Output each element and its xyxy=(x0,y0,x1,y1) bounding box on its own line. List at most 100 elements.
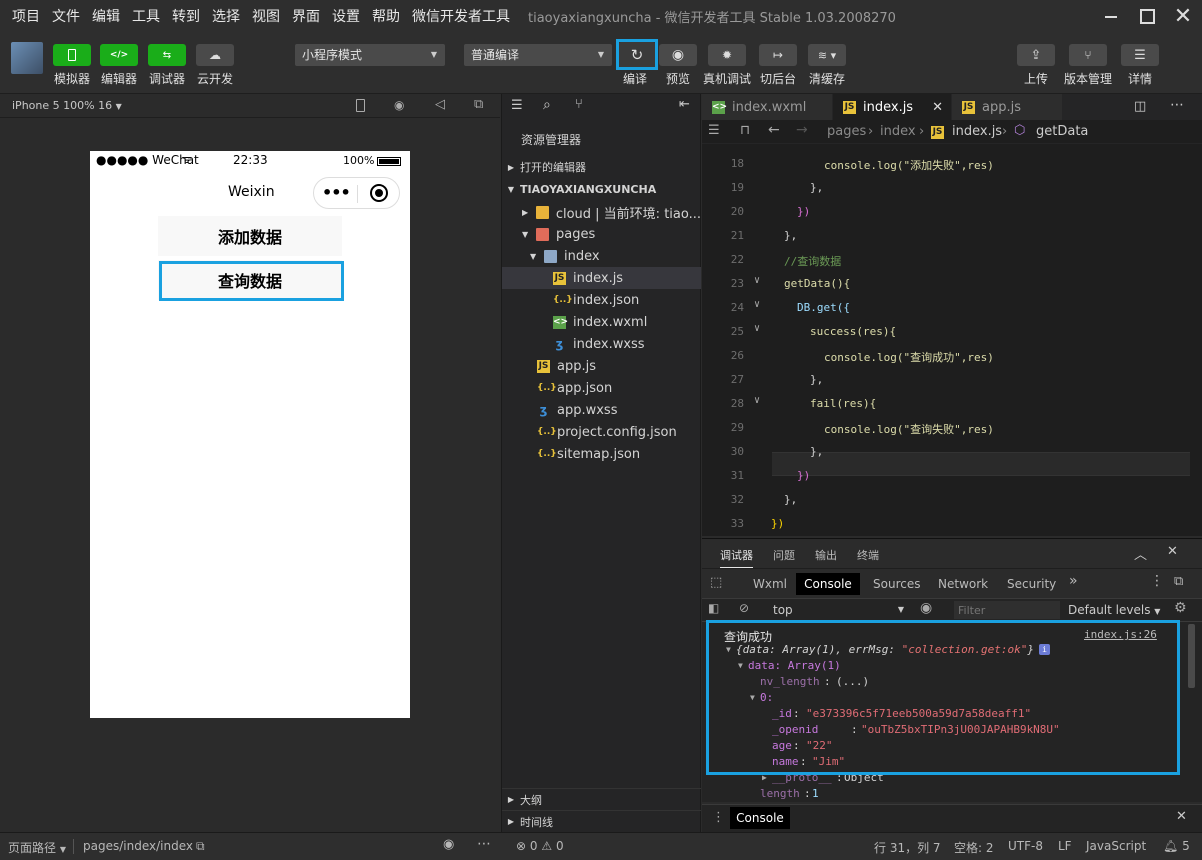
kebab-icon[interactable]: ⋮ xyxy=(1150,573,1164,589)
details-button[interactable]: ☰ xyxy=(1121,44,1159,66)
close-window-button[interactable]: ✕ xyxy=(1164,0,1202,32)
chevron-up-icon[interactable]: ︿ xyxy=(1134,544,1147,563)
tab-index-js[interactable]: JS index.js ✕ xyxy=(833,94,951,120)
record-icon[interactable]: ◉ xyxy=(394,98,404,112)
menu-interface[interactable]: 界面 xyxy=(280,6,320,26)
eye-icon[interactable]: ◉ xyxy=(920,600,932,616)
add-data-button[interactable]: 添加数据 xyxy=(158,216,342,256)
indent-spaces[interactable]: 空格: 2 xyxy=(954,839,994,856)
tree-item-app-wxss[interactable]: ʒ app.wxss xyxy=(502,399,701,421)
tree-item-app-js[interactable]: JS app.js xyxy=(502,355,701,377)
copy-icon[interactable]: ⧉ xyxy=(196,839,205,854)
menu-wechat-devtools[interactable]: 微信开发者工具 xyxy=(400,6,510,26)
close-icon[interactable]: ✕ xyxy=(1176,809,1187,824)
dock-icon[interactable]: ⧉ xyxy=(1174,574,1183,589)
sound-icon[interactable]: ◁ xyxy=(435,97,445,112)
search-icon[interactable]: ⌕ xyxy=(543,97,551,113)
code-editor[interactable]: 18 19 20 21 22 23 24 25 26 27 28 29 30 3… xyxy=(702,144,1202,536)
menu-file[interactable]: 文件 xyxy=(40,6,80,26)
debugger-button[interactable]: ⇆ xyxy=(148,44,186,66)
context-select[interactable]: top ▼ xyxy=(770,601,906,619)
tab-sources[interactable]: Sources xyxy=(873,577,920,591)
sidebar-toggle-icon[interactable]: ◧ xyxy=(708,601,719,615)
eye-icon[interactable]: ◉ xyxy=(443,837,454,852)
fold-chevron-icon[interactable]: ∨ xyxy=(754,299,760,310)
menu-help[interactable]: 帮助 xyxy=(360,6,400,26)
menu-edit[interactable]: 编辑 xyxy=(80,6,120,26)
bookmark-icon[interactable]: ⊓ xyxy=(740,123,750,138)
console-filter-input[interactable] xyxy=(954,601,1060,619)
crumb-file[interactable]: index.js xyxy=(952,124,1002,139)
real-debug-button[interactable]: ✹ xyxy=(708,44,746,66)
fold-chevron-icon[interactable]: ∨ xyxy=(754,275,760,286)
menu-tools[interactable]: 工具 xyxy=(120,6,160,26)
inspect-icon[interactable]: ⬚ xyxy=(710,575,722,590)
tree-item-index-folder[interactable]: ▼ index xyxy=(502,245,701,267)
tab-output[interactable]: 输出 xyxy=(815,547,837,563)
page-path-label[interactable]: 页面路径 ▼ xyxy=(8,839,66,856)
outline-section[interactable]: ▶ 大纲 xyxy=(502,788,701,810)
split-editor-icon[interactable]: ◫ xyxy=(1134,99,1146,114)
tab-terminal[interactable]: 终端 xyxy=(857,547,879,563)
close-mini-icon[interactable] xyxy=(370,184,388,202)
timeline-section[interactable]: ▶ 时间线 xyxy=(502,810,701,832)
cloud-button[interactable]: ☁ xyxy=(196,44,234,66)
menu-goto[interactable]: 转到 xyxy=(160,6,200,26)
device-select[interactable]: iPhone 5 100% 16 ▼ xyxy=(12,99,122,112)
version-button[interactable]: ⑂ xyxy=(1069,44,1107,66)
clear-console-icon[interactable]: ⊘ xyxy=(739,601,749,615)
more-icon[interactable]: ⋯ xyxy=(1170,97,1184,113)
mode-select[interactable]: 小程序模式 ▼ xyxy=(295,44,445,66)
tab-index-wxml[interactable]: <> index.wxml xyxy=(702,94,832,120)
maximize-button[interactable] xyxy=(1128,0,1166,32)
tab-problems[interactable]: 问题 xyxy=(773,547,795,563)
close-tab-icon[interactable]: ✕ xyxy=(932,100,943,115)
background-button[interactable]: ↦ xyxy=(759,44,797,66)
upload-button[interactable]: ⇪ xyxy=(1017,44,1055,66)
tab-console[interactable]: Console xyxy=(796,573,860,595)
tab-network[interactable]: Network xyxy=(938,577,988,591)
menu-view[interactable]: 视图 xyxy=(240,6,280,26)
tree-item-app-json[interactable]: {..} app.json xyxy=(502,377,701,399)
forward-icon[interactable]: → xyxy=(796,122,808,138)
tree-item-cloud[interactable]: ▶ cloud | 当前环境: tiao... xyxy=(502,201,701,223)
tree-item-sitemap[interactable]: {..} sitemap.json xyxy=(502,443,701,465)
collapse-icon[interactable]: ⇤ xyxy=(679,97,690,112)
tree-item-pages[interactable]: ▼ pages xyxy=(502,223,701,245)
minimize-button[interactable] xyxy=(1092,0,1130,32)
chevron-right-double-icon[interactable]: » xyxy=(1069,573,1078,589)
console-scrollbar[interactable] xyxy=(1188,624,1195,688)
popout-icon[interactable]: ⧉ xyxy=(474,97,483,112)
more-icon[interactable]: ••• xyxy=(322,183,351,202)
notifications[interactable]: 🔔︎ 5 xyxy=(1163,839,1190,853)
project-section[interactable]: ▼ TIAOYAXIANGXUNCHA xyxy=(502,178,701,200)
close-icon[interactable]: ✕ xyxy=(1167,544,1178,559)
more-icon[interactable]: ⋯ xyxy=(477,836,491,852)
kebab-icon[interactable]: ⋮ xyxy=(712,810,725,825)
editor-button[interactable]: </> xyxy=(100,44,138,66)
compile-select[interactable]: 普通编译 ▼ xyxy=(464,44,612,66)
crumb-symbol[interactable]: getData xyxy=(1036,124,1088,139)
tree-item-index-wxml[interactable]: <> index.wxml xyxy=(502,311,701,333)
list-icon[interactable]: ☰ xyxy=(511,98,523,113)
encoding[interactable]: UTF-8 xyxy=(1008,839,1043,853)
tree-item-index-wxss[interactable]: ʒ index.wxss xyxy=(502,333,701,355)
levels-select[interactable]: Default levels ▼ xyxy=(1068,603,1160,617)
phone-icon[interactable] xyxy=(356,99,365,112)
gear-icon[interactable]: ⚙ xyxy=(1174,600,1187,616)
crumb-index[interactable]: index xyxy=(880,124,916,139)
crumb-pages[interactable]: pages xyxy=(827,124,866,139)
open-editors-section[interactable]: ▶ 打开的编辑器 xyxy=(502,156,701,178)
list-icon[interactable]: ☰ xyxy=(708,123,720,138)
tab-debugger[interactable]: 调试器 xyxy=(720,547,753,568)
fold-chevron-icon[interactable]: ∨ xyxy=(754,323,760,334)
menu-select[interactable]: 选择 xyxy=(200,6,240,26)
branch-icon[interactable]: ⑂ xyxy=(575,97,583,112)
preview-button[interactable]: ◉ xyxy=(659,44,697,66)
language-mode[interactable]: JavaScript xyxy=(1086,839,1146,853)
cursor-position[interactable]: 行 31，列 7 xyxy=(874,839,941,856)
eol[interactable]: LF xyxy=(1058,839,1072,853)
clear-cache-button[interactable]: ≋ ▾ xyxy=(808,44,846,66)
avatar[interactable] xyxy=(11,42,43,74)
tree-item-index-json[interactable]: {..} index.json xyxy=(502,289,701,311)
